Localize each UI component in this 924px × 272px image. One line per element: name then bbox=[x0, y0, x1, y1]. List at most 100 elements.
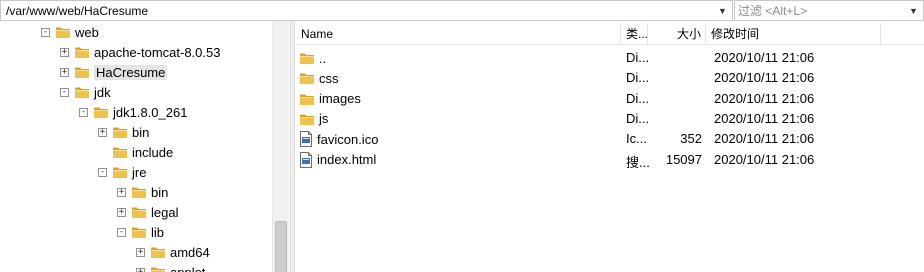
tree-node[interactable]: + legal bbox=[117, 202, 178, 222]
file-name-cell[interactable]: index.html bbox=[299, 151, 376, 169]
filter-input[interactable] bbox=[738, 3, 898, 19]
expand-icon[interactable]: + bbox=[117, 207, 126, 217]
file-modified: 2020/10/11 21:06 bbox=[714, 131, 815, 147]
collapse-icon[interactable]: - bbox=[60, 87, 69, 97]
file-row[interactable]: index.html 搜... 15097 2020/10/11 21:06 bbox=[296, 149, 924, 170]
folder-icon bbox=[55, 25, 71, 39]
folder-icon bbox=[150, 245, 166, 259]
tree-node-label[interactable]: apache-tomcat-8.0.53 bbox=[94, 45, 220, 60]
expand-icon[interactable]: + bbox=[117, 187, 126, 197]
folder-icon bbox=[112, 165, 128, 179]
expand-icon[interactable]: + bbox=[98, 127, 107, 137]
file-modified: 2020/10/11 21:06 bbox=[714, 151, 815, 167]
folder-icon bbox=[299, 112, 315, 126]
file-name-cell[interactable]: css bbox=[299, 69, 339, 87]
file-list-header: Name 类... 大小 修改时间 bbox=[296, 23, 924, 45]
path-text[interactable]: /var/www/web/HaCresume bbox=[6, 4, 148, 18]
folder-icon bbox=[74, 65, 90, 79]
file-row[interactable]: images Di... 2020/10/11 21:06 bbox=[296, 88, 924, 109]
filter-dropdown-icon[interactable]: ▼ bbox=[906, 2, 921, 19]
folder-icon bbox=[74, 45, 90, 59]
tree-node[interactable]: - jre bbox=[98, 162, 146, 182]
column-header-size[interactable]: 大小 bbox=[648, 23, 706, 45]
file-size: 15097 bbox=[665, 151, 702, 167]
tree-node[interactable]: - web bbox=[41, 22, 99, 42]
file-name-cell[interactable]: .. bbox=[299, 49, 326, 67]
folder-icon bbox=[112, 145, 128, 159]
file-type: Di... bbox=[626, 110, 650, 126]
file-icon bbox=[299, 151, 313, 168]
file-type: Ic... bbox=[626, 131, 647, 147]
file-name-cell[interactable]: images bbox=[299, 90, 361, 108]
tree-node[interactable]: + bin bbox=[98, 122, 149, 142]
file-row[interactable]: .. Di... 2020/10/11 21:06 bbox=[296, 47, 924, 68]
file-name: .. bbox=[319, 50, 327, 66]
tree-node-label[interactable]: lib bbox=[151, 225, 164, 240]
file-modified: 2020/10/11 21:06 bbox=[714, 70, 815, 86]
file-name-cell[interactable]: js bbox=[299, 110, 328, 128]
file-name: favicon.ico bbox=[317, 131, 379, 147]
file-name: js bbox=[319, 111, 329, 127]
expand-icon[interactable]: + bbox=[136, 267, 145, 272]
file-modified: 2020/10/11 21:06 bbox=[714, 90, 815, 106]
pane-splitter[interactable] bbox=[290, 21, 295, 272]
tree-node[interactable]: + bin bbox=[117, 182, 168, 202]
file-list[interactable]: Name 类... 大小 修改时间 .. Di... 2020/10/11 21:0… bbox=[296, 21, 924, 272]
tree-node-label[interactable]: jdk1.8.0_261 bbox=[113, 105, 187, 120]
collapse-icon[interactable]: - bbox=[41, 27, 50, 37]
tree-node-label[interactable]: legal bbox=[151, 205, 178, 220]
tree-node[interactable]: + apache-tomcat-8.0.53 bbox=[60, 42, 220, 62]
tree-node-label[interactable]: bin bbox=[151, 185, 168, 200]
tree-node-label[interactable]: web bbox=[75, 25, 99, 40]
tree-node[interactable]: + applet bbox=[136, 262, 205, 272]
file-name: index.html bbox=[317, 152, 377, 167]
folder-tree[interactable]: - web + apache-tomcat-8.0.53 + HaCresume - jdk -… bbox=[0, 21, 290, 272]
folder-icon bbox=[74, 85, 90, 99]
folder-icon bbox=[131, 205, 147, 219]
path-bar[interactable]: /var/www/web/HaCresume ▼ bbox=[0, 0, 733, 21]
collapse-icon[interactable]: - bbox=[98, 167, 107, 177]
tree-node[interactable]: - jdk bbox=[60, 82, 111, 102]
file-name-cell[interactable]: favicon.ico bbox=[299, 130, 378, 148]
file-row[interactable]: js Di... 2020/10/11 21:06 bbox=[296, 108, 924, 129]
path-dropdown-icon[interactable]: ▼ bbox=[715, 2, 730, 19]
tree-scrollbar[interactable] bbox=[272, 21, 289, 272]
tree-node-label[interactable]: jre bbox=[132, 165, 146, 180]
expand-icon[interactable]: + bbox=[60, 67, 69, 77]
filter-bar[interactable]: ▼ bbox=[734, 0, 924, 21]
tree-node[interactable]: + HaCresume bbox=[60, 62, 168, 82]
file-modified: 2020/10/11 21:06 bbox=[714, 50, 815, 65]
file-type: Di... bbox=[626, 70, 650, 86]
column-header-name[interactable]: Name bbox=[296, 23, 621, 45]
tree-node[interactable]: + amd64 bbox=[136, 242, 210, 262]
collapse-icon[interactable]: - bbox=[79, 107, 88, 117]
folder-icon bbox=[299, 71, 315, 85]
file-row[interactable]: css Di... 2020/10/11 21:06 bbox=[296, 67, 924, 88]
tree-node[interactable]: - jdk1.8.0_261 bbox=[79, 102, 187, 122]
folder-icon bbox=[150, 265, 166, 272]
tree-node-label[interactable]: amd64 bbox=[170, 245, 210, 260]
file-row[interactable]: favicon.ico Ic... 352 2020/10/11 21:06 bbox=[296, 128, 924, 149]
file-type: 搜... bbox=[626, 154, 650, 170]
file-type: Di... bbox=[626, 90, 650, 106]
file-modified: 2020/10/11 21:06 bbox=[714, 110, 815, 126]
tree-node[interactable]: include bbox=[98, 142, 173, 162]
file-size: 352 bbox=[680, 131, 702, 147]
expand-icon[interactable]: + bbox=[136, 247, 145, 257]
expand-icon[interactable]: + bbox=[60, 47, 69, 57]
collapse-icon[interactable]: - bbox=[117, 227, 126, 237]
file-icon bbox=[299, 131, 313, 148]
tree-node-label[interactable]: bin bbox=[132, 125, 149, 140]
tree-node-label[interactable]: applet bbox=[170, 265, 205, 272]
tree-scrollbar-thumb[interactable] bbox=[275, 221, 287, 272]
folder-icon bbox=[131, 225, 147, 239]
tree-node-label[interactable]: jdk bbox=[94, 85, 111, 100]
file-type: Di... bbox=[626, 50, 650, 65]
column-header-modified[interactable]: 修改时间 bbox=[706, 23, 881, 45]
folder-icon bbox=[93, 105, 109, 119]
tree-node[interactable]: - lib bbox=[117, 222, 164, 242]
file-name: images bbox=[319, 91, 361, 107]
column-header-type[interactable]: 类... bbox=[621, 23, 648, 45]
tree-node-label[interactable]: include bbox=[132, 145, 173, 160]
tree-node-label[interactable]: HaCresume bbox=[94, 64, 168, 80]
